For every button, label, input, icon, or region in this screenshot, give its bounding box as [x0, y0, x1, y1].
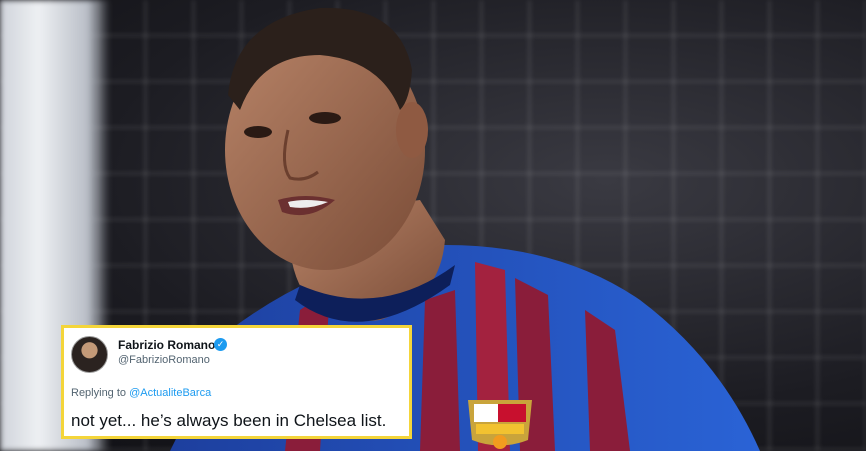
author-name[interactable]: Fabrizio Romano	[118, 338, 215, 352]
tweet-text: not yet... he’s always been in Chelsea l…	[71, 411, 387, 430]
jersey-stripe	[420, 290, 460, 451]
embedded-tweet[interactable]: Fabrizio Romano ✓ @FabrizioRomano Replyi…	[61, 325, 412, 439]
verified-badge-icon: ✓	[214, 338, 227, 351]
reply-to-link[interactable]: @ActualiteBarca	[129, 387, 211, 399]
avatar[interactable]	[71, 336, 108, 373]
ear	[396, 102, 428, 158]
reply-prefix: Replying to	[71, 387, 127, 399]
club-crest	[468, 400, 532, 449]
eye	[309, 112, 341, 124]
author-handle[interactable]: @FabrizioRomano	[118, 354, 210, 366]
eye	[244, 126, 272, 138]
reply-context: Replying to @ActualiteBarca	[71, 387, 211, 399]
